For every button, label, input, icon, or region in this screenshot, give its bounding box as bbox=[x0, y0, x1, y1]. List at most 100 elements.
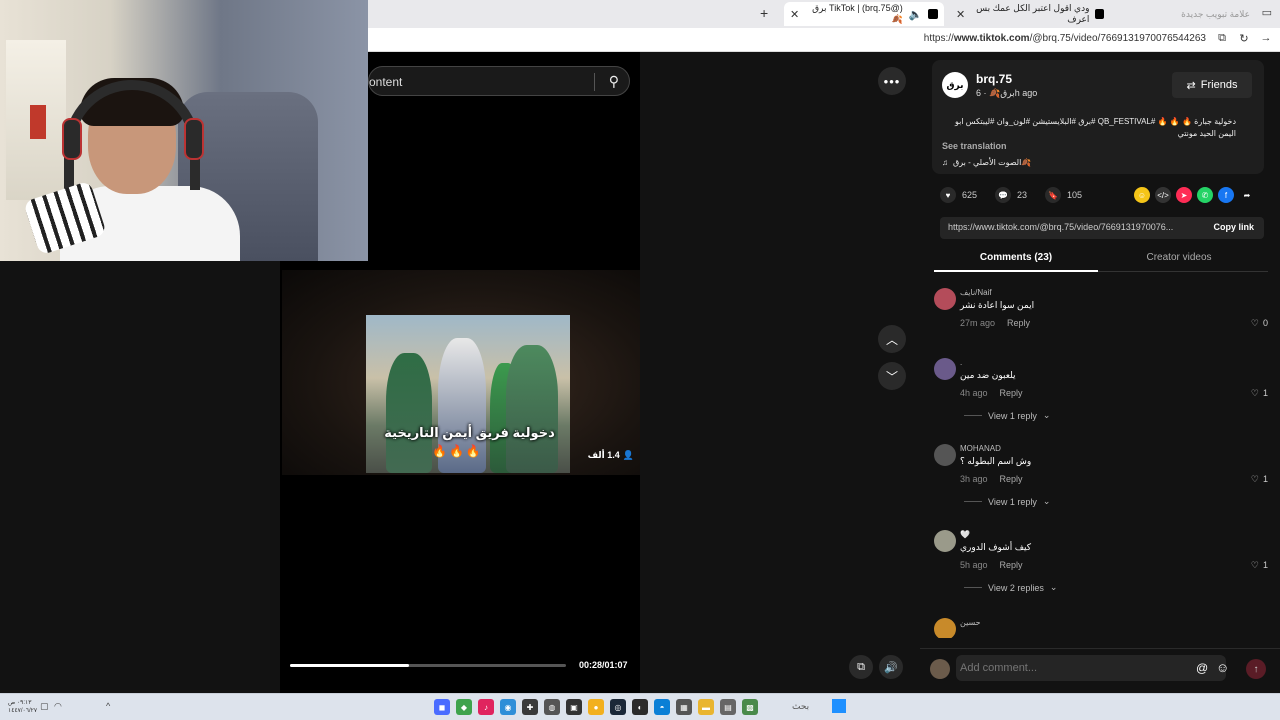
comment-text: ايمن سوا اعادة نشر bbox=[960, 300, 1035, 310]
view-replies-button[interactable]: View 1 reply ⌄ bbox=[964, 496, 1050, 507]
reply-button[interactable]: Reply bbox=[1000, 560, 1023, 570]
tab-other-video[interactable]: ودي اقول اعتبر الكل عمك بس اعرف ✕ bbox=[950, 2, 1110, 26]
emoji-icon[interactable]: ☺ bbox=[1216, 660, 1229, 675]
view-replies-button[interactable]: View 2 replies ⌄ bbox=[964, 582, 1057, 593]
chrome-icon[interactable]: ● bbox=[588, 699, 604, 715]
search-icon[interactable]: ⚲ bbox=[609, 73, 619, 90]
copy-url-icon[interactable]: ⧉ bbox=[1216, 32, 1228, 44]
view-replies-label: View 1 reply bbox=[988, 410, 1037, 421]
post-description: دخولية جبارة 🔥 🔥 🔥 #QB_FESTIVAL #برق #ال… bbox=[954, 117, 1236, 138]
comment-text: كيف أشوف الدوري bbox=[960, 542, 1032, 552]
embed-icon[interactable]: </> bbox=[1155, 187, 1171, 203]
close-icon[interactable]: ✕ bbox=[956, 8, 965, 21]
steam-icon[interactable]: ◎ bbox=[610, 699, 626, 715]
friends-button[interactable]: ⇄ Friends bbox=[1172, 72, 1252, 98]
notification-icon[interactable]: ▢ bbox=[40, 701, 49, 712]
comment-input[interactable] bbox=[956, 655, 1226, 681]
tab-creator-videos[interactable]: Creator videos bbox=[1098, 252, 1260, 263]
music-link[interactable]: ♫ الصوت الأصلي - برق🍂 bbox=[942, 158, 1031, 167]
app-icon[interactable]: ◆ bbox=[456, 699, 472, 715]
tab-comments[interactable]: Comments (23) bbox=[934, 252, 1098, 263]
tab-label: TikTok | (brq.75@) برق🍂 bbox=[812, 3, 903, 24]
tab-label: علامة تبويب جديدة bbox=[1181, 8, 1250, 19]
mention-icon[interactable]: @ bbox=[1196, 661, 1208, 675]
app-icon[interactable]: ▩ bbox=[742, 699, 758, 715]
send-icon[interactable]: ➤ bbox=[1176, 187, 1192, 203]
comment-like[interactable]: ♡ 0 bbox=[1251, 318, 1268, 329]
chevron-down-icon: ⌄ bbox=[1042, 496, 1051, 506]
webcam-overlay bbox=[0, 0, 368, 261]
commenter-avatar[interactable] bbox=[934, 618, 956, 638]
view-replies-button[interactable]: View 1 reply ⌄ bbox=[964, 410, 1050, 421]
previous-video-button[interactable]: ︿ bbox=[878, 325, 906, 353]
app-icon[interactable]: ◼ bbox=[434, 699, 450, 715]
search-input[interactable]: ontent bbox=[369, 75, 402, 89]
taskbar-search[interactable]: بحث bbox=[792, 701, 809, 712]
tab-new-tab[interactable]: علامة تبويب جديدة bbox=[1166, 2, 1256, 26]
windows-start-icon[interactable] bbox=[832, 699, 846, 713]
commenter-avatar[interactable] bbox=[934, 288, 956, 310]
app-icon[interactable]: ✚ bbox=[522, 699, 538, 715]
app-icon[interactable]: ♪ bbox=[478, 699, 494, 715]
folder-icon[interactable]: ▬ bbox=[698, 699, 714, 715]
comment-like[interactable]: ♡ 1 bbox=[1251, 560, 1268, 571]
comment-list: نايف/Naif ايمن سوا اعادة نشر 27m ago Repl… bbox=[934, 288, 1268, 638]
facebook-icon[interactable]: f bbox=[1218, 187, 1234, 203]
next-video-button[interactable]: ﹀ bbox=[878, 362, 906, 390]
video-frame[interactable]: دخولية فريق أيمن التاريخية 🔥🔥🔥 👤 1.4 ألف bbox=[282, 270, 640, 475]
mute-icon[interactable]: 🔈 bbox=[909, 8, 923, 21]
tab-tiktok-brq[interactable]: 🔈 TikTok | (brq.75@) برق🍂 ✕ bbox=[784, 2, 944, 26]
reply-button[interactable]: Reply bbox=[1007, 318, 1030, 328]
app-icon[interactable]: ◐ bbox=[632, 699, 648, 715]
volume-button[interactable]: 🔊 bbox=[879, 655, 903, 679]
music-note-icon: ♫ bbox=[942, 158, 948, 167]
close-icon[interactable]: ✕ bbox=[790, 8, 799, 21]
commenter-name[interactable]: . bbox=[960, 358, 962, 367]
video-link-url[interactable]: https://www.tiktok.com/@brq.75/video/766… bbox=[948, 222, 1188, 232]
reply-button[interactable]: Reply bbox=[1000, 388, 1023, 398]
pip-button[interactable]: ⧉ bbox=[849, 655, 873, 679]
headset-cup bbox=[62, 118, 82, 160]
wifi-icon[interactable]: ◠ bbox=[54, 701, 62, 712]
heart-outline-icon: ♡ bbox=[1250, 474, 1259, 484]
author-username[interactable]: brq.75 bbox=[976, 72, 1012, 86]
reload-icon[interactable]: ↻ bbox=[1238, 32, 1250, 45]
commenter-name[interactable]: نايف/Naif bbox=[960, 288, 992, 297]
app-icon[interactable]: ▦ bbox=[676, 699, 692, 715]
new-tab-button[interactable]: + bbox=[760, 5, 768, 21]
copy-link-button[interactable]: Copy link bbox=[1213, 222, 1254, 232]
url-field[interactable]: https://www.tiktok.com/@brq.75/video/766… bbox=[924, 33, 1206, 44]
tab-overview-icon[interactable]: ▭ bbox=[1262, 6, 1272, 19]
edge-icon[interactable]: ◓ bbox=[654, 699, 670, 715]
music-title: الصوت الأصلي - برق🍂 bbox=[953, 158, 1032, 167]
divider bbox=[964, 587, 982, 588]
comment-button[interactable]: 💬 23 bbox=[995, 187, 1027, 203]
commenter-avatar[interactable] bbox=[934, 358, 956, 380]
save-button[interactable]: 🔖 105 bbox=[1045, 187, 1082, 203]
app-icon[interactable]: ◉ bbox=[500, 699, 516, 715]
more-options-button[interactable]: ••• bbox=[878, 67, 906, 95]
post-comment-button[interactable]: ↑ bbox=[1246, 659, 1266, 679]
share-arrow-icon[interactable]: ➦ bbox=[1239, 187, 1255, 203]
commenter-avatar[interactable] bbox=[934, 530, 956, 552]
see-translation-link[interactable]: See translation bbox=[942, 141, 1007, 151]
system-clock[interactable]: ٠٩:١٣ ص ١٤٤٧/٠٦/٢٧ bbox=[8, 699, 37, 715]
app-icon[interactable]: ◍ bbox=[544, 699, 560, 715]
commenter-name[interactable]: MOHANAD bbox=[960, 444, 1001, 453]
app-icon[interactable]: ▤ bbox=[720, 699, 736, 715]
reply-button[interactable]: Reply bbox=[1000, 474, 1023, 484]
like-button[interactable]: ♥ 625 bbox=[940, 187, 977, 203]
chevron-up-icon[interactable]: ^ bbox=[106, 701, 110, 711]
forward-icon[interactable]: → bbox=[1260, 32, 1272, 44]
author-avatar[interactable]: برق bbox=[942, 72, 968, 98]
search-bar[interactable]: ontent ⚲ bbox=[368, 66, 630, 96]
comment-like[interactable]: ♡ 1 bbox=[1251, 474, 1268, 485]
terminal-icon[interactable]: ▣ bbox=[566, 699, 582, 715]
commenter-name[interactable]: 🤍 bbox=[960, 530, 970, 539]
comment-like[interactable]: ♡ 1 bbox=[1251, 388, 1268, 399]
video-progress-bar[interactable] bbox=[290, 664, 566, 667]
commenter-name[interactable]: حسين bbox=[960, 618, 981, 627]
commenter-avatar[interactable] bbox=[934, 444, 956, 466]
whatsapp-icon[interactable]: ✆ bbox=[1197, 187, 1213, 203]
friends-share-icon[interactable]: ☺ bbox=[1134, 187, 1150, 203]
